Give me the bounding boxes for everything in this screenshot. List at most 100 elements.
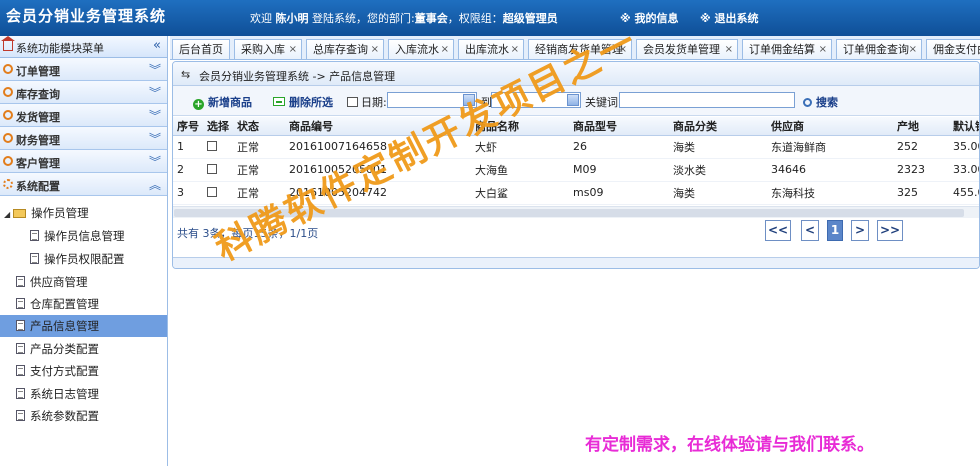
calendar-icon xyxy=(347,97,358,107)
table-header-row: 序号 选择 状态 商品编号 商品名称 商品型号 商品分类 供应商 产地 默认销售 xyxy=(173,117,979,136)
clock-icon xyxy=(3,156,13,166)
document-icon xyxy=(16,410,25,421)
tab-commission-query[interactable]: 订单佣金查询 × xyxy=(836,39,922,59)
tab-commission-payment[interactable]: 佣金支付由 xyxy=(926,39,980,59)
row-checkbox[interactable] xyxy=(207,141,217,151)
tab-outbound-flow[interactable]: 出库流水 × xyxy=(458,39,524,59)
tree-item-system-params[interactable]: 系统参数配置 xyxy=(16,405,99,427)
tree-item-operator-permissions[interactable]: 操作员权限配置 xyxy=(30,248,125,270)
col-header[interactable]: 默认销售 xyxy=(949,117,979,136)
document-icon xyxy=(16,365,25,376)
system-config-tree: ◢ 操作员管理 操作员信息管理 操作员权限配置 供应商管理 仓库配置管理 产品信息… xyxy=(0,196,167,451)
col-header: 序号 xyxy=(173,117,203,136)
expand-triangle-icon: ◢ xyxy=(4,210,11,219)
prev-page-button[interactable]: < xyxy=(801,220,819,241)
tab-total-inventory[interactable]: 总库存查询 × xyxy=(306,39,384,59)
sidebar-category-finance[interactable]: 财务管理 ︾ xyxy=(0,127,167,150)
link-icon: ⇆ xyxy=(181,68,191,81)
app-header: 会员分销业务管理系统 欢迎 陈小明 登陆系统，您的部门:董事会，权限组：超级管理… xyxy=(0,0,980,36)
clock-icon xyxy=(3,87,13,97)
promo-text: 有定制需求，在线体验请与我们联系。 xyxy=(585,435,874,455)
tab-commission-settlement[interactable]: 订单佣金结算 × xyxy=(742,39,832,59)
current-page-button[interactable]: 1 xyxy=(827,220,843,241)
chevron-down-icon: ︾ xyxy=(148,63,161,77)
document-icon xyxy=(16,320,25,331)
logout-link[interactable]: ※ 退出系统 xyxy=(700,10,759,26)
document-icon xyxy=(30,230,39,241)
sidebar-category-system-config[interactable]: 系统配置 ︽ xyxy=(0,173,167,196)
table-row[interactable]: 2 正常 20161005205001 大海鱼 M09 淡水类 34646 23… xyxy=(173,158,979,182)
close-icon[interactable]: × xyxy=(289,40,297,59)
tree-item-warehouses[interactable]: 仓库配置管理 xyxy=(16,293,99,315)
row-checkbox[interactable] xyxy=(207,164,217,174)
tree-item-suppliers[interactable]: 供应商管理 xyxy=(16,271,88,293)
close-icon[interactable]: × xyxy=(909,40,917,59)
col-header[interactable]: 商品型号 xyxy=(569,117,669,136)
close-icon[interactable]: × xyxy=(511,40,519,59)
clock-icon xyxy=(3,110,13,120)
app-title: 会员分销业务管理系统 xyxy=(6,7,167,25)
last-page-button[interactable]: >> xyxy=(877,220,903,241)
chevron-down-icon: ︾ xyxy=(148,132,161,146)
tree-item-product-info[interactable]: 产品信息管理 xyxy=(0,315,167,337)
folder-icon xyxy=(13,209,27,218)
document-icon xyxy=(16,388,25,399)
sidebar-category-customers[interactable]: 客户管理 ︾ xyxy=(0,150,167,173)
permission-group: 超级管理员 xyxy=(502,12,558,25)
close-icon[interactable]: × xyxy=(371,40,379,59)
sidebar-title: 系统功能模块菜单 xyxy=(16,42,104,55)
document-icon xyxy=(16,298,25,309)
tab-inbound-flow[interactable]: 入库流水 × xyxy=(388,39,454,59)
clock-icon xyxy=(3,64,13,74)
close-icon[interactable]: × xyxy=(819,40,827,59)
tree-item-operator-info[interactable]: 操作员信息管理 xyxy=(30,225,125,247)
close-icon[interactable]: × xyxy=(725,40,733,59)
sidebar-category-inventory[interactable]: 库存查询 ︾ xyxy=(0,81,167,104)
chevron-down-icon: ︾ xyxy=(148,109,161,123)
document-icon xyxy=(16,276,25,287)
collapse-sidebar-icon[interactable]: « xyxy=(153,38,161,53)
document-icon xyxy=(30,253,39,264)
tree-item-system-logs[interactable]: 系统日志管理 xyxy=(16,383,99,405)
sidebar-header: 系统功能模块菜单 « xyxy=(0,36,167,58)
keyword-input[interactable] xyxy=(619,92,795,108)
welcome-message: 欢迎 陈小明 登陆系统，您的部门:董事会，权限组：超级管理员 xyxy=(250,12,558,25)
table-row[interactable]: 1 正常 20161007164658 大虾 26 海类 东道海鲜商 252 3… xyxy=(173,135,979,159)
chevron-up-icon: ︽ xyxy=(148,178,161,192)
plus-icon: + xyxy=(193,99,204,110)
tab-home[interactable]: 后台首页 xyxy=(172,39,230,59)
chevron-down-icon: ︾ xyxy=(148,86,161,100)
first-page-button[interactable]: << xyxy=(765,220,791,241)
gear-icon xyxy=(3,179,13,189)
department: 董事会 xyxy=(414,12,448,25)
tab-member-shipping[interactable]: 会员发货单管理 × xyxy=(636,39,738,59)
delete-selected-button[interactable]: 删除所选 xyxy=(273,94,333,110)
row-checkbox[interactable] xyxy=(207,187,217,197)
close-icon[interactable]: × xyxy=(441,40,449,59)
minus-icon xyxy=(273,97,285,106)
tree-group-operators[interactable]: ◢ 操作员管理 xyxy=(4,202,89,224)
chevron-down-icon: ︾ xyxy=(148,155,161,169)
col-header: 选择 xyxy=(203,117,233,136)
next-page-button[interactable]: > xyxy=(851,220,869,241)
user-name: 陈小明 xyxy=(275,12,309,25)
search-button[interactable]: 搜索 xyxy=(803,94,838,110)
col-header[interactable]: 商品分类 xyxy=(669,117,767,136)
tree-item-product-categories[interactable]: 产品分类配置 xyxy=(16,338,99,360)
keyword-label: 关键词 xyxy=(585,96,618,109)
document-icon xyxy=(16,343,25,354)
date-label: 日期: xyxy=(347,94,387,110)
panel-footer xyxy=(173,257,979,268)
sidebar-category-shipping[interactable]: 发货管理 ︾ xyxy=(0,104,167,127)
add-product-button[interactable]: + 新增商品 xyxy=(193,94,252,110)
home-icon xyxy=(1,36,15,51)
sidebar-category-orders[interactable]: 订单管理 ︾ xyxy=(0,58,167,81)
sidebar: 系统功能模块菜单 « 订单管理 ︾ 库存查询 ︾ 发货管理 ︾ 财务管理 ︾ 客… xyxy=(0,36,168,466)
search-icon xyxy=(803,98,812,107)
tab-purchase-inbound[interactable]: 采购入库 × xyxy=(234,39,302,59)
clock-icon xyxy=(3,133,13,143)
tree-item-payment-methods[interactable]: 支付方式配置 xyxy=(16,360,99,382)
my-info-link[interactable]: ※ 我的信息 xyxy=(620,10,679,26)
col-header[interactable]: 供应商 xyxy=(767,117,893,136)
col-header[interactable]: 产地 xyxy=(893,117,949,136)
